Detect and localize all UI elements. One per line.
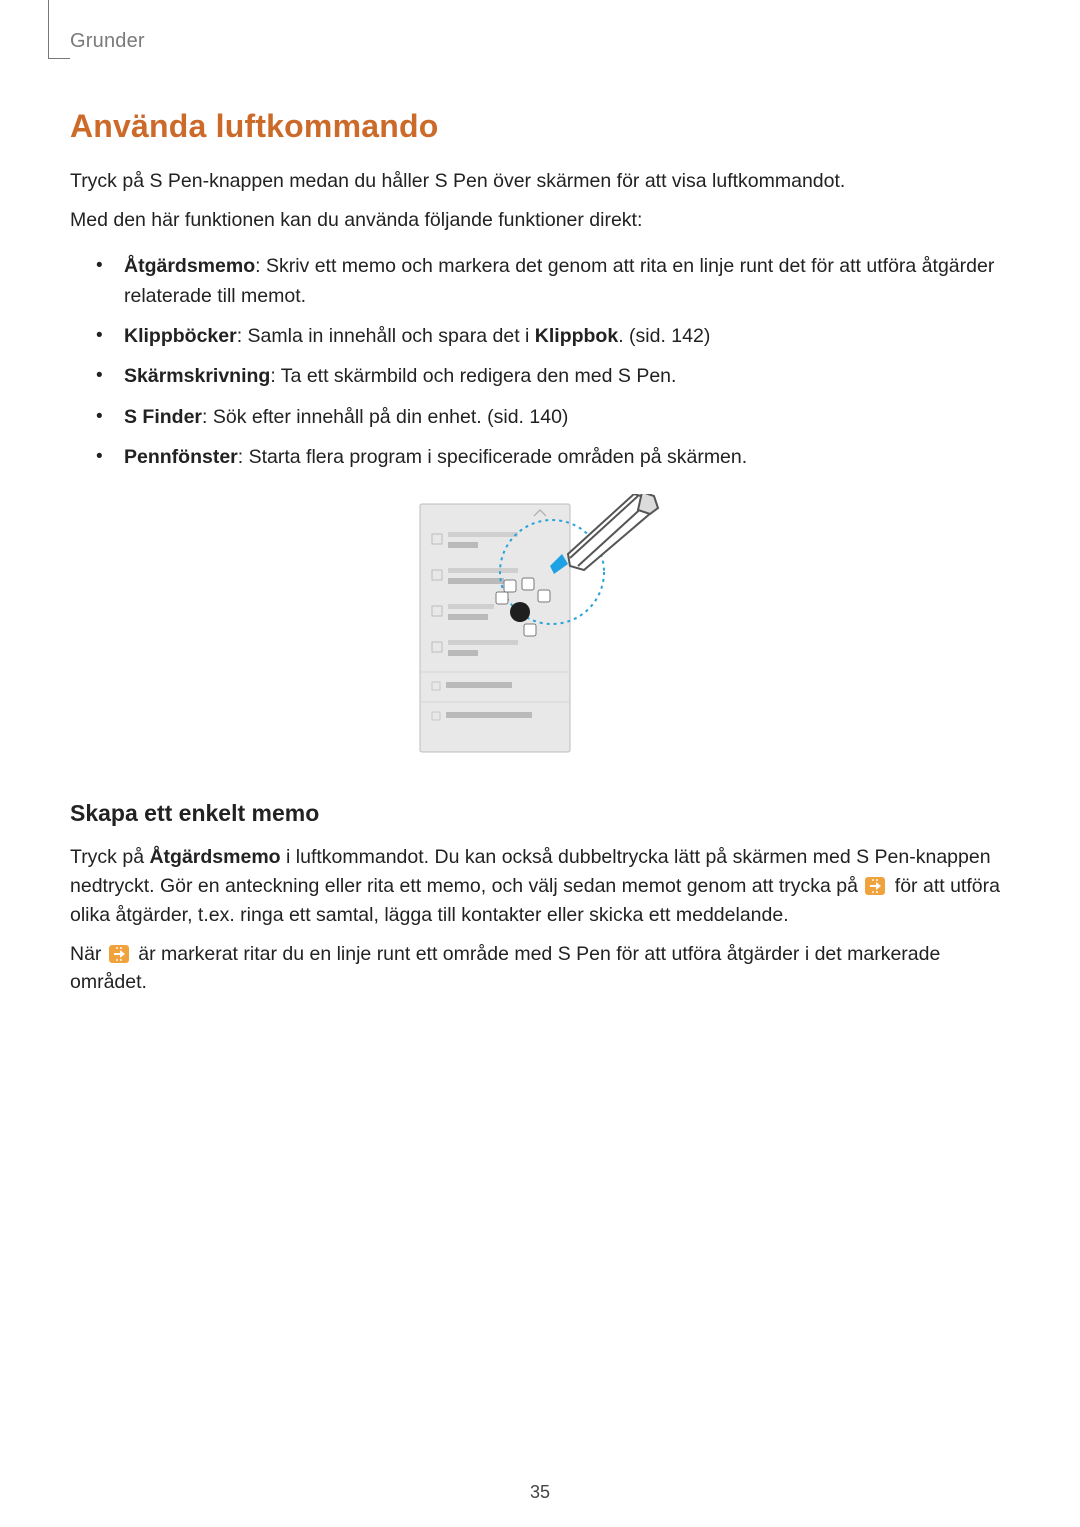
text: är markerat ritar du en linje runt ett o… xyxy=(70,943,940,994)
list-item: Pennfönster: Starta flera program i spec… xyxy=(96,442,1010,472)
feature-term: Åtgärdsmemo xyxy=(124,255,255,277)
feature-term: Pennfönster xyxy=(124,446,238,468)
memo-paragraph-2: När är markerat ritar du en linje runt e… xyxy=(70,940,1010,998)
feature-desc: : Samla in innehåll och spara det i xyxy=(237,325,535,347)
action-select-icon xyxy=(865,877,885,895)
action-select-icon xyxy=(109,945,129,963)
feature-desc: : Ta ett skärmbild och redigera den med … xyxy=(270,365,676,387)
section-label: Grunder xyxy=(70,30,145,53)
header-rule-horizontal xyxy=(48,58,70,59)
feature-desc: . (sid. 142) xyxy=(618,325,710,347)
feature-desc: : Sök efter innehåll på din enhet. (sid.… xyxy=(202,406,568,428)
intro-paragraph-2: Med den här funktionen kan du använda fö… xyxy=(70,206,1010,235)
memo-term-bold: Åtgärdsmemo xyxy=(149,846,280,868)
feature-desc: : Starta flera program i specificerade o… xyxy=(238,446,747,468)
feature-term: S Finder xyxy=(124,406,202,428)
feature-list: Åtgärdsmemo: Skriv ett memo och markera … xyxy=(96,251,1010,472)
feature-desc-bold: Klippbok xyxy=(535,325,618,347)
subheading: Skapa ett enkelt memo xyxy=(70,800,1010,827)
intro-paragraph-1: Tryck på S Pen-knappen medan du håller S… xyxy=(70,167,1010,196)
list-item: Skärmskrivning: Ta ett skärmbild och red… xyxy=(96,361,1010,391)
page: Grunder Använda luftkommando Tryck på S … xyxy=(0,0,1080,1527)
memo-paragraph-1: Tryck på Åtgärdsmemo i luftkommandot. Du… xyxy=(70,843,1010,930)
header-rule-vertical xyxy=(48,0,49,58)
page-title: Använda luftkommando xyxy=(70,108,1010,145)
text: När xyxy=(70,943,107,965)
text: Tryck på xyxy=(70,846,149,868)
feature-desc: : Skriv ett memo och markera det genom a… xyxy=(124,255,994,307)
list-item: Åtgärdsmemo: Skriv ett memo och markera … xyxy=(96,251,1010,311)
page-number: 35 xyxy=(0,1482,1080,1503)
air-command-illustration xyxy=(410,494,670,754)
feature-term: Klippböcker xyxy=(124,325,237,347)
list-item: S Finder: Sök efter innehåll på din enhe… xyxy=(96,402,1010,432)
feature-term: Skärmskrivning xyxy=(124,365,270,387)
list-item: Klippböcker: Samla in innehåll och spara… xyxy=(96,321,1010,351)
content: Använda luftkommando Tryck på S Pen-knap… xyxy=(70,108,1010,1007)
figure-air-command xyxy=(70,494,1010,754)
